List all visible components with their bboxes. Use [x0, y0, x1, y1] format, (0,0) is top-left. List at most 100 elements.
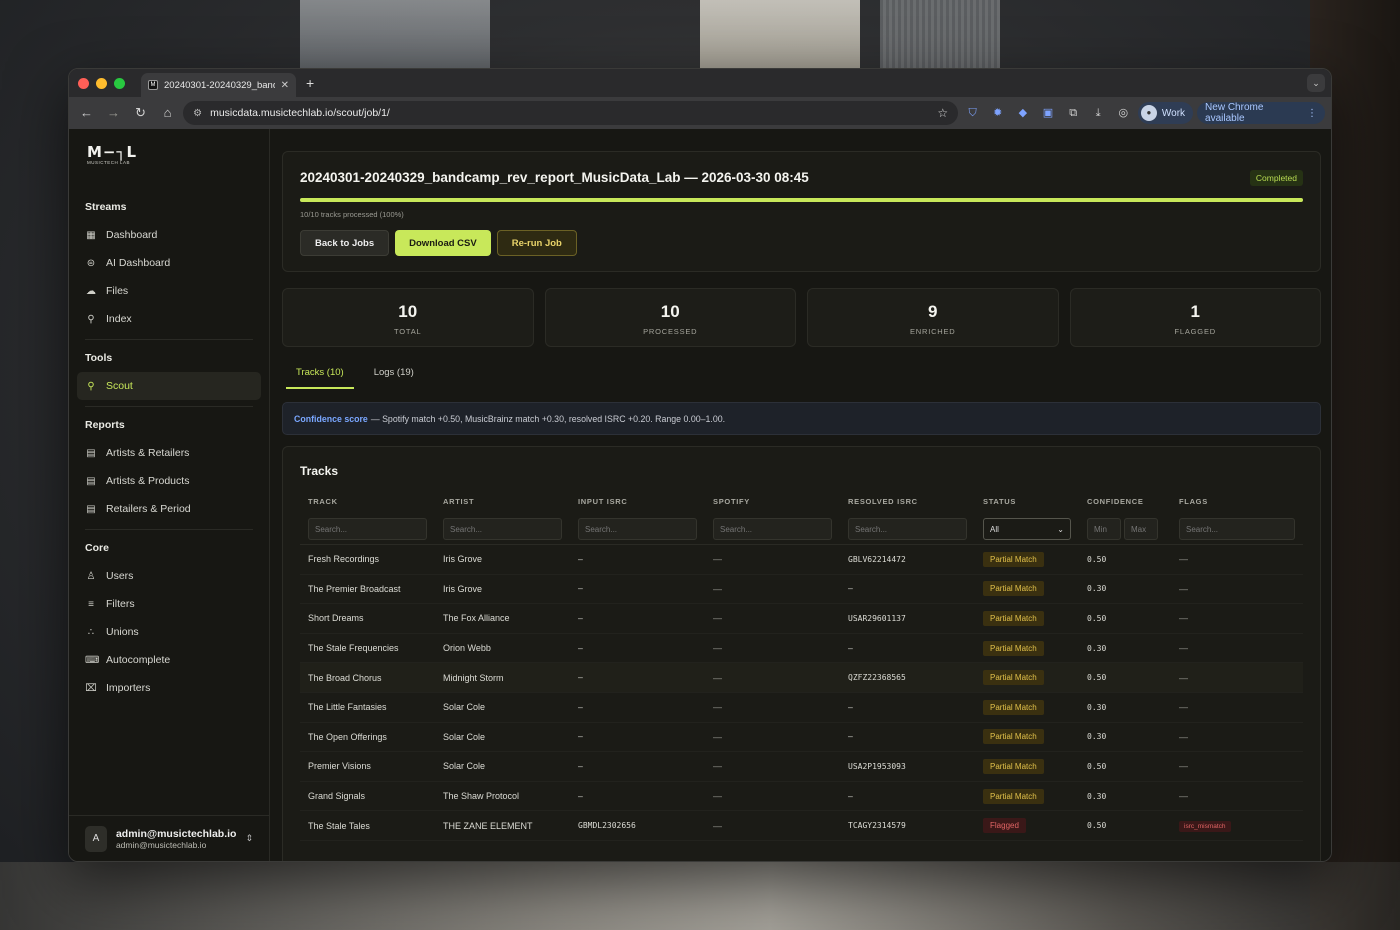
url-text[interactable]: musicdata.musictechlab.io/scout/job/1/ — [210, 107, 929, 119]
column-header-status[interactable]: STATUS — [975, 497, 1079, 514]
column-header-input-isrc[interactable]: INPUT ISRC — [570, 497, 705, 514]
gear-extension-icon[interactable]: ✹ — [987, 102, 1008, 124]
status-filter-select[interactable]: All ⌄ — [983, 518, 1071, 540]
home-icon[interactable]: ⌂ — [156, 101, 179, 125]
confidence-range-filter — [1087, 518, 1163, 540]
puzzle-extensions-icon[interactable]: ⧉ — [1063, 102, 1084, 124]
cell-spotify: — — [705, 810, 840, 841]
kebab-menu-icon[interactable]: ⋮ — [1307, 108, 1317, 119]
cell-flags: isrc_mismatch — [1171, 810, 1303, 841]
track-search-input[interactable] — [308, 518, 427, 540]
window-controls — [69, 77, 125, 89]
browser-tab[interactable]: M 20240301-20240329_bandc ✕ — [141, 73, 296, 97]
new-tab-icon[interactable]: + — [306, 75, 314, 91]
profile-label: Work — [1161, 107, 1186, 119]
app-logo[interactable]: M−┐L MUSICTECH LAB — [69, 129, 269, 189]
tag-extension-icon[interactable]: ◆ — [1012, 102, 1033, 124]
table-row[interactable]: The Premier Broadcast Iris Grove – — – Partia… — [300, 574, 1303, 605]
table-row[interactable]: Premier Visions Solar Cole – — USA2P1953093 P… — [300, 751, 1303, 782]
resolved-isrc-search-input[interactable] — [848, 518, 967, 540]
shield-extension-icon[interactable]: ⛉ — [962, 102, 983, 124]
cell-flags: — — [1171, 603, 1303, 634]
column-header-track[interactable]: TRACK — [300, 497, 435, 514]
sidebar-item-unions[interactable]: ∴ Unions — [77, 618, 261, 646]
input-isrc-search-input[interactable] — [578, 518, 697, 540]
status-badge: Partial Match — [983, 610, 1044, 626]
autocomplete-icon: ⌨ — [85, 654, 100, 666]
cell-input-isrc: – — [570, 692, 705, 723]
user-menu[interactable]: A admin@musictechlab.io admin@musictechl… — [69, 815, 269, 861]
table-row[interactable]: The Little Fantasies Solar Cole – — – Partial… — [300, 692, 1303, 723]
download-icon[interactable]: ⤓ — [1088, 102, 1109, 124]
confidence-min-input[interactable] — [1087, 518, 1121, 540]
table-row[interactable]: Short Dreams The Fox Alliance – — USAR296011… — [300, 603, 1303, 634]
sidebar-item-label: Index — [106, 313, 132, 325]
cell-status: Partial Match — [975, 574, 1079, 605]
avatar: A — [85, 825, 107, 852]
download-csv-button[interactable]: Download CSV — [395, 230, 491, 256]
sidebar-item-artists-retailers[interactable]: ▤ Artists & Retailers — [77, 439, 261, 467]
sidebar-item-ai-dashboard[interactable]: ⊜ AI Dashboard — [77, 249, 261, 277]
address-bar[interactable]: ⚙ musicdata.musictechlab.io/scout/job/1/… — [183, 101, 959, 125]
cell-spotify: — — [705, 692, 840, 723]
tracks-card: Tracks TRACK ARTIST INPUT ISRC SPOTIFY R… — [282, 446, 1321, 861]
column-header-spotify[interactable]: SPOTIFY — [705, 497, 840, 514]
search-icon: ⚲ — [87, 313, 95, 325]
sidebar-item-retailers-period[interactable]: ▤ Retailers & Period — [77, 495, 261, 523]
cell-track: The Premier Broadcast — [300, 574, 435, 605]
tab-tracks[interactable]: Tracks (10) — [286, 367, 354, 389]
table-row[interactable]: The Stale Tales THE ZANE ELEMENT GBMDL2302… — [300, 810, 1303, 841]
close-tab-icon[interactable]: ✕ — [281, 80, 289, 91]
doc-extension-icon[interactable]: ▣ — [1037, 102, 1058, 124]
table-row[interactable]: Fresh Recordings Iris Grove – — GBLV62214472… — [300, 544, 1303, 575]
cell-resolved-isrc: – — [840, 633, 975, 664]
column-header-artist[interactable]: ARTIST — [435, 497, 570, 514]
close-window-button[interactable] — [78, 77, 89, 89]
site-info-icon[interactable]: ⚙ — [193, 108, 202, 119]
flags-search-input[interactable] — [1179, 518, 1295, 540]
artist-search-input[interactable] — [443, 518, 562, 540]
spotify-search-input[interactable] — [713, 518, 832, 540]
stats-row: 10 TOTAL 10 PROCESSED 9 ENRICHED 1 FLAGGED — [282, 288, 1321, 347]
minimize-window-button[interactable] — [96, 77, 107, 89]
column-header-flags[interactable]: FLAGS — [1171, 497, 1303, 514]
table-row[interactable]: The Stale Frequencies Orion Webb – — – Partia… — [300, 633, 1303, 664]
back-arrow-icon[interactable]: ← — [75, 101, 98, 125]
ai-assistant-icon[interactable]: ◎ — [1113, 102, 1134, 124]
stat-value: 10 — [660, 302, 680, 321]
sidebar-item-users[interactable]: ♙ Users — [77, 562, 261, 590]
browser-window: M 20240301-20240329_bandc ✕ + ⌄ ← → ↻ ⌂ … — [68, 68, 1332, 862]
forward-arrow-icon[interactable]: → — [102, 101, 125, 125]
table-row[interactable]: Grand Signals The Shaw Protocol – — – Partial… — [300, 781, 1303, 812]
back-to-jobs-button[interactable]: Back to Jobs — [300, 230, 390, 256]
profile-button[interactable]: ● Work — [1137, 102, 1194, 124]
column-header-confidence[interactable]: CONFIDENCE — [1079, 497, 1171, 514]
confidence-score-link[interactable]: Confidence score — [294, 414, 368, 424]
table-row[interactable]: The Broad Chorus Midnight Storm – — QZFZ2236… — [300, 662, 1303, 693]
sidebar-item-importers[interactable]: ⌧ Importers — [77, 674, 261, 702]
rerun-job-button[interactable]: Re-run Job — [496, 230, 577, 256]
chrome-update-button[interactable]: New Chrome available ⋮ — [1197, 102, 1325, 124]
sidebar-item-files[interactable]: ☁ Files — [77, 277, 261, 305]
bookmark-star-icon[interactable]: ☆ — [937, 106, 948, 120]
sidebar-item-dashboard[interactable]: ▦ Dashboard — [77, 221, 261, 249]
confidence-max-input[interactable] — [1124, 518, 1158, 540]
background-floor — [0, 862, 1400, 930]
sidebar-item-index[interactable]: ⚲ Index — [77, 305, 261, 333]
sidebar-item-autocomplete[interactable]: ⌨ Autocomplete — [77, 646, 261, 674]
sidebar-item-scout[interactable]: ⚲ Scout — [77, 372, 261, 400]
reload-icon[interactable]: ↻ — [129, 101, 152, 125]
column-header-resolved-isrc[interactable]: RESOLVED ISRC — [840, 497, 975, 514]
sidebar-item-artists-products[interactable]: ▤ Artists & Products — [77, 467, 261, 495]
maximize-window-button[interactable] — [114, 77, 125, 89]
cell-input-isrc: – — [570, 751, 705, 782]
cell-artist: THE ZANE ELEMENT — [435, 810, 570, 841]
status-badge: Partial Match — [983, 670, 1044, 686]
sidebar-item-label: Artists & Products — [106, 475, 190, 487]
table-row[interactable]: The Open Offerings Solar Cole – — – Partial M… — [300, 722, 1303, 753]
sidebar-item-label: Importers — [106, 682, 151, 694]
tab-logs[interactable]: Logs (19) — [364, 367, 424, 389]
chevron-up-down-icon[interactable]: ⇕ — [245, 833, 253, 844]
tab-search-icon[interactable]: ⌄ — [1307, 74, 1325, 92]
sidebar-item-filters[interactable]: ≡ Filters — [77, 590, 261, 618]
